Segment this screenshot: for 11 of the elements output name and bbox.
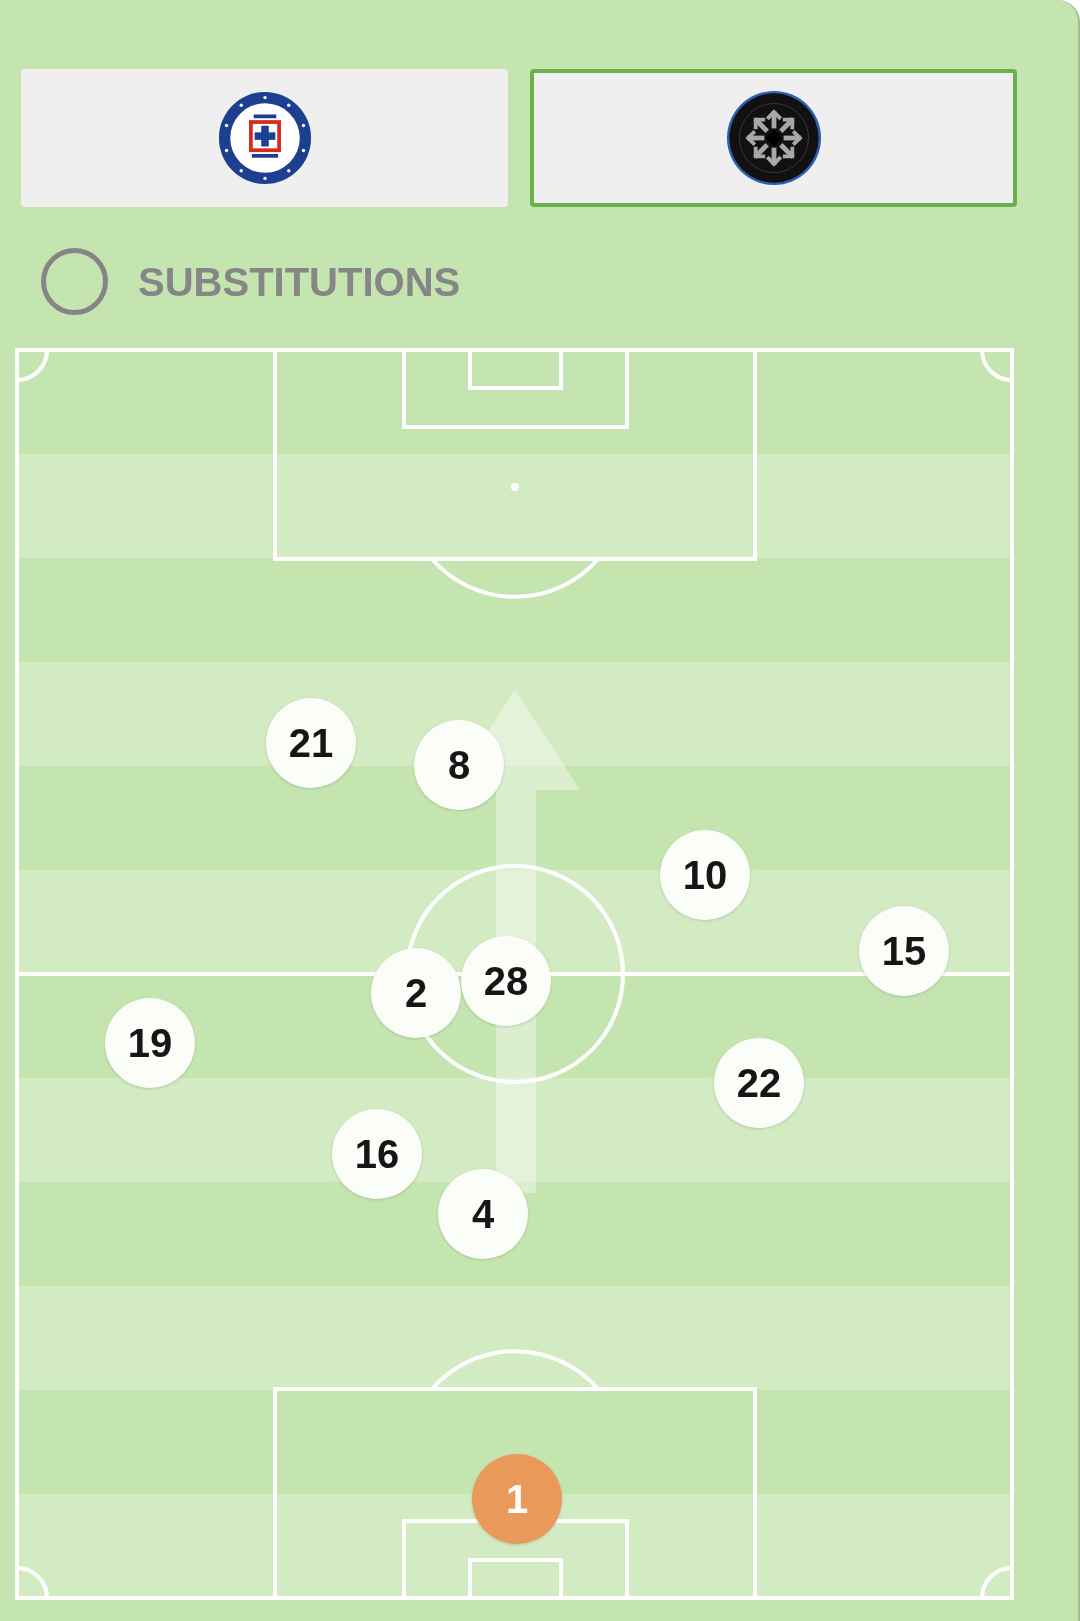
player-marker[interactable]: 19 [105, 998, 195, 1088]
player-marker[interactable]: 2 [371, 948, 461, 1038]
player-marker[interactable]: 4 [438, 1169, 528, 1259]
snowflake-crest-icon [725, 90, 822, 186]
player-marker[interactable]: 22 [714, 1038, 804, 1128]
player-marker[interactable]: 8 [414, 720, 504, 810]
substitutions-checkbox[interactable] [41, 248, 108, 315]
player-marker[interactable]: 10 [660, 830, 750, 920]
team-tab[interactable] [530, 69, 1017, 207]
player-marker[interactable]: 28 [461, 936, 551, 1026]
cross-crest-icon [217, 91, 312, 185]
